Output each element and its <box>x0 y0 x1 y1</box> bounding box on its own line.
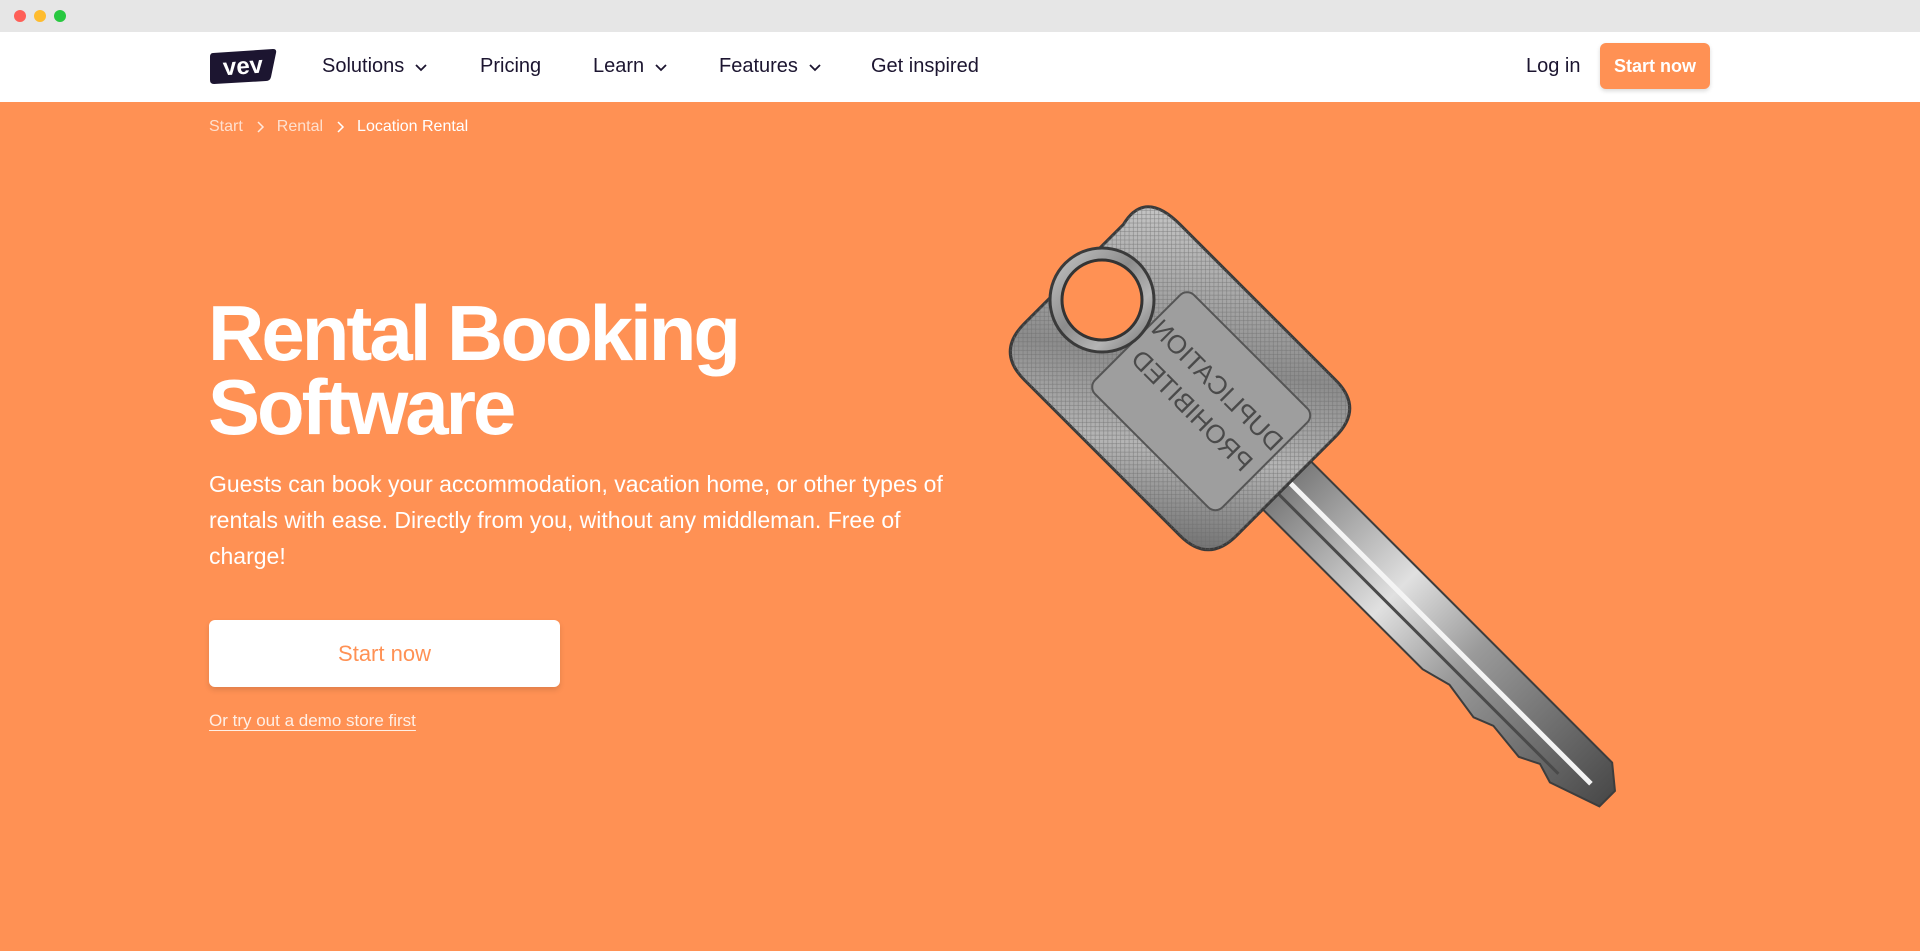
maximize-window-button[interactable] <box>54 10 66 22</box>
hero-description: Guests can book your accommodation, vaca… <box>209 471 943 569</box>
page-title: Rental Booking Software <box>208 294 908 446</box>
browser-titlebar <box>0 0 1920 32</box>
login-link[interactable]: Log in <box>1526 55 1581 78</box>
chevron-down-icon <box>415 63 427 71</box>
nav-solutions-label: Solutions <box>322 55 405 77</box>
start-now-button[interactable]: Start now <box>209 620 560 687</box>
breadcrumb-location-rental: Location Rental <box>357 118 469 135</box>
nav-pricing[interactable]: Pricing <box>480 55 541 78</box>
top-navigation: vev Solutions Pricing Learn Features Get… <box>0 32 1920 102</box>
breadcrumb: Start Rental Location Rental <box>209 118 468 136</box>
breadcrumb-start[interactable]: Start <box>209 118 243 136</box>
page-title-line-2: Software <box>208 363 516 451</box>
nav-learn[interactable]: Learn <box>593 55 668 78</box>
minimize-window-button[interactable] <box>34 10 46 22</box>
chevron-right-icon <box>337 121 345 133</box>
vev-logo[interactable]: vev <box>209 47 277 85</box>
nav-learn-label: Learn <box>593 55 645 77</box>
nav-solutions[interactable]: Solutions <box>322 55 428 78</box>
start-now-nav-button[interactable]: Start now <box>1600 43 1710 89</box>
demo-store-link[interactable]: Or try out a demo store first <box>209 711 416 731</box>
breadcrumb-rental[interactable]: Rental <box>277 118 323 136</box>
nav-pricing-label: Pricing <box>480 55 542 77</box>
close-window-button[interactable] <box>14 10 26 22</box>
nav-features[interactable]: Features <box>719 55 822 78</box>
chevron-right-icon <box>257 121 264 133</box>
nav-get-inspired[interactable]: Get inspired <box>871 55 979 78</box>
nav-get-inspired-label: Get inspired <box>871 55 979 77</box>
key-image: DUPLICATION PROHIBITED <box>1008 205 1617 808</box>
chevron-down-icon <box>655 63 667 71</box>
chevron-down-icon <box>809 63 821 71</box>
logo-text: vev <box>222 52 264 82</box>
nav-features-label: Features <box>719 55 798 77</box>
